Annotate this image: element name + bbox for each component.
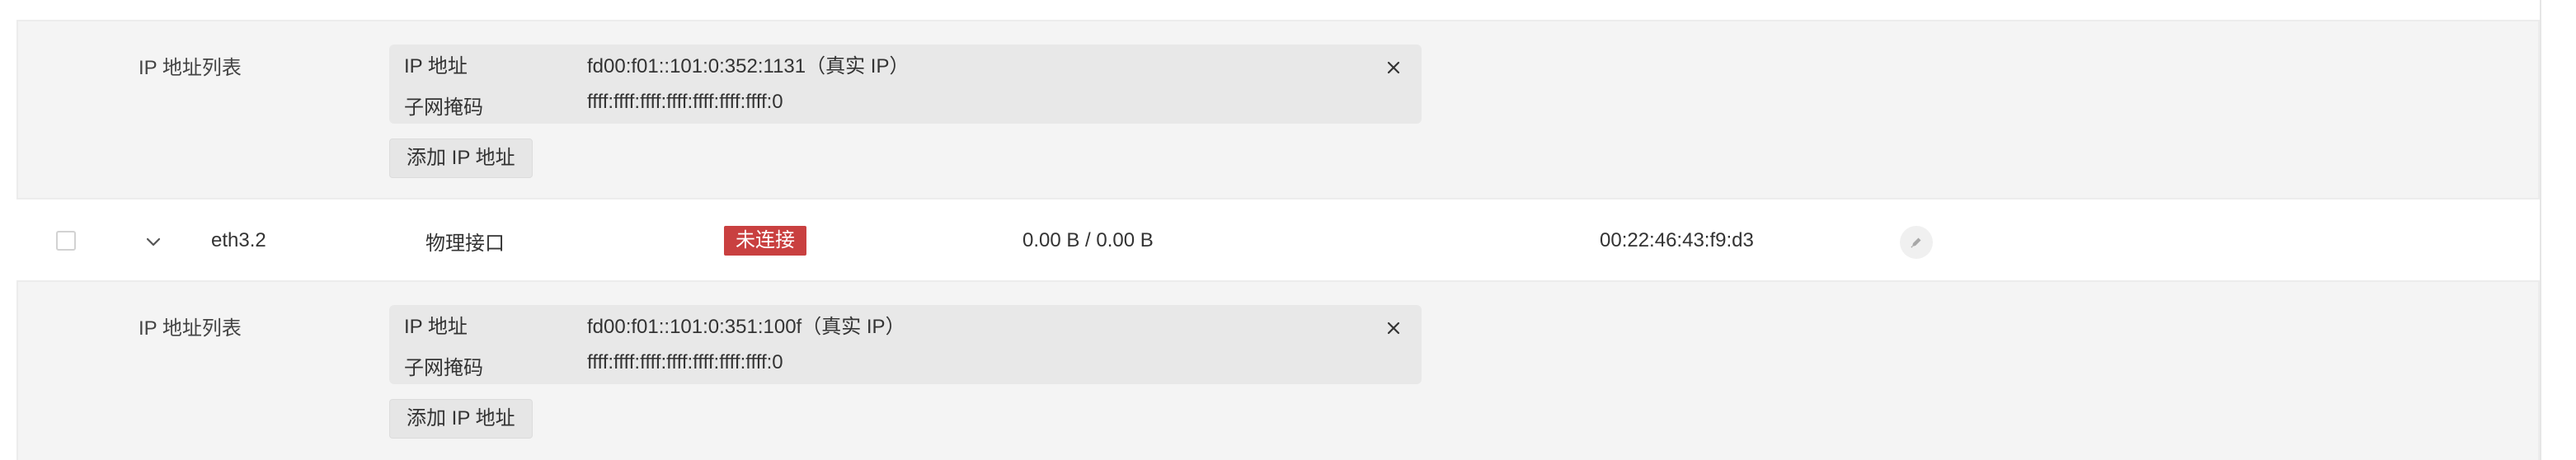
subnet-mask-label: 子网掩码 bbox=[404, 357, 483, 379]
add-ip-button[interactable]: 添加 IP 地址 bbox=[389, 138, 533, 178]
ip-list-label: IP 地址列表 bbox=[139, 57, 242, 79]
traffic-value: 0.00 B / 0.00 B bbox=[1022, 229, 1154, 251]
edit-button[interactable] bbox=[1900, 226, 1933, 259]
close-icon[interactable] bbox=[1385, 59, 1402, 76]
chevron-down-icon[interactable] bbox=[143, 234, 163, 251]
ip-address-label: IP 地址 bbox=[404, 55, 468, 77]
divider bbox=[2540, 0, 2541, 460]
ip-entry: IP 地址 fd00:f01::101:0:352:1131（真实 IP） 子网… bbox=[389, 45, 1422, 124]
pencil-icon bbox=[1911, 237, 1921, 248]
ip-detail-panel: IP 地址列表 IP 地址 fd00:f01::101:0:352:1131（真… bbox=[16, 20, 2540, 199]
row-checkbox[interactable] bbox=[56, 231, 76, 251]
status-cell: 未连接 bbox=[724, 201, 806, 280]
ip-address-value: fd00:f01::101:0:352:1131（真实 IP） bbox=[587, 55, 910, 77]
table-row[interactable]: eth3.2 物理接口 未连接 0.00 B / 0.00 B 00:22:46… bbox=[0, 201, 2576, 280]
close-icon[interactable] bbox=[1385, 320, 1402, 336]
interface-name: eth3.2 bbox=[211, 229, 266, 251]
ip-entry: IP 地址 fd00:f01::101:0:351:100f（真实 IP） 子网… bbox=[389, 305, 1422, 384]
ip-address-label: IP 地址 bbox=[404, 316, 468, 338]
scrollbar-track[interactable] bbox=[2540, 0, 2576, 460]
interface-type: 物理接口 bbox=[425, 232, 505, 255]
network-interface-list: IP 地址列表 IP 地址 fd00:f01::101:0:352:1131（真… bbox=[0, 0, 2576, 460]
subnet-mask-value: ffff:ffff:ffff:ffff:ffff:ffff:ffff:0 bbox=[587, 91, 783, 113]
subnet-mask-label: 子网掩码 bbox=[404, 96, 483, 119]
add-ip-button[interactable]: 添加 IP 地址 bbox=[389, 399, 533, 439]
ip-address-value: fd00:f01::101:0:351:100f（真实 IP） bbox=[587, 316, 905, 338]
status-badge: 未连接 bbox=[724, 226, 806, 256]
ip-list-label: IP 地址列表 bbox=[139, 317, 242, 340]
mac-address: 00:22:46:43:f9:d3 bbox=[1600, 229, 1754, 251]
ip-detail-panel: IP 地址列表 IP 地址 fd00:f01::101:0:351:100f（真… bbox=[16, 280, 2540, 460]
subnet-mask-value: ffff:ffff:ffff:ffff:ffff:ffff:ffff:0 bbox=[587, 351, 783, 373]
